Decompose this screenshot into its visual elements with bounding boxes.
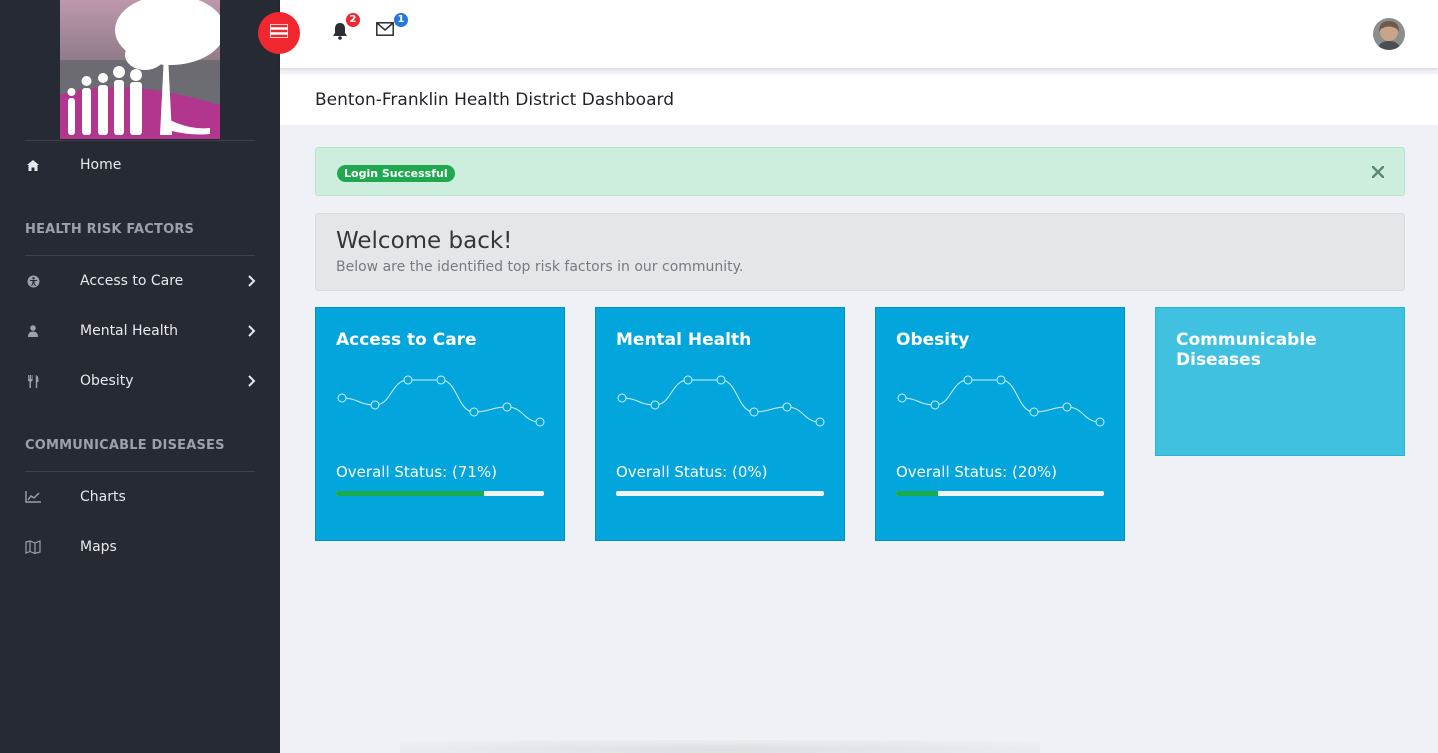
sparkline-point	[782, 402, 792, 412]
sparkline-point	[403, 375, 413, 385]
chevron-right-icon	[246, 324, 256, 338]
messages-button[interactable]: 1	[376, 13, 408, 42]
sparkline-line	[341, 379, 541, 423]
card-title: Communicable Diseases	[1176, 330, 1317, 370]
sidebar-divider	[25, 140, 255, 141]
sparkline-point	[502, 402, 512, 412]
sparkline-point	[436, 375, 446, 385]
close-icon	[1371, 162, 1385, 182]
card-status: Overall Status: (20%)	[896, 463, 1058, 481]
envelope-icon	[376, 22, 394, 40]
sidebar-item-charts[interactable]: Charts	[0, 479, 280, 515]
chevron-right-icon	[246, 374, 256, 388]
sparkline-point	[617, 393, 627, 403]
sparkline-point	[370, 400, 380, 410]
card-status: Overall Status: (71%)	[336, 463, 498, 481]
health-district-logo[interactable]	[60, 0, 220, 139]
sidebar-item-obesity[interactable]: Obesity	[0, 363, 280, 399]
top-bar: 2 1	[258, 0, 1438, 68]
cutlery-icon	[25, 373, 41, 389]
map-icon	[25, 539, 41, 555]
sidebar-item-home[interactable]: Home	[0, 147, 280, 183]
status-badge: Login Successful	[337, 165, 455, 182]
sparkline-point	[469, 407, 479, 417]
sparkline-point	[815, 417, 825, 427]
sparkline-line	[901, 379, 1101, 423]
sparkline-point	[996, 375, 1006, 385]
welcome-heading: Welcome back!	[336, 228, 513, 254]
sparkline-point	[749, 407, 759, 417]
sparkline-chart	[897, 375, 1105, 427]
sidebar-divider	[25, 471, 255, 472]
sparkline-point	[1029, 407, 1039, 417]
sidebar-item-label: Access to Care	[80, 273, 184, 289]
user-icon	[25, 323, 41, 339]
notifications-button[interactable]: 2	[332, 13, 360, 44]
card-obesity[interactable]: Obesity Overall Status: (20%)	[875, 307, 1125, 541]
sparkline-point	[1062, 402, 1072, 412]
notifications-badge: 2	[346, 13, 360, 27]
sparkline-point	[1095, 417, 1105, 427]
sparkline-line	[621, 379, 821, 423]
bell-icon	[332, 23, 348, 44]
page-title-bar: Benton-Franklin Health District Dashboar…	[280, 74, 1438, 125]
card-access-to-care[interactable]: Access to Care Overall Status: (71%)	[315, 307, 565, 541]
card-mental-health[interactable]: Mental Health Overall Status: (0%)	[595, 307, 845, 541]
sidebar-item-label: Home	[80, 157, 122, 173]
card-title: Access to Care	[336, 330, 477, 350]
card-title: Mental Health	[616, 330, 752, 350]
decorative-shadow	[400, 740, 1040, 753]
progress-bar	[616, 491, 824, 496]
sidebar-item-label: Maps	[80, 539, 117, 555]
sparkline-point	[683, 375, 693, 385]
line-chart-icon	[25, 489, 41, 505]
section-heading-communicable-diseases: COMMUNICABLE DISEASES	[25, 438, 225, 453]
progress-bar	[896, 491, 1104, 496]
menu-toggle-button[interactable]	[258, 12, 300, 54]
sparkline-chart	[337, 375, 545, 427]
sparkline-chart	[617, 375, 825, 427]
universal-access-icon	[25, 273, 41, 289]
sidebar-item-access-to-care[interactable]: Access to Care	[0, 263, 280, 299]
login-success-alert: Login Successful	[315, 147, 1405, 196]
menu-icon	[269, 22, 289, 43]
home-icon	[25, 157, 41, 173]
progress-bar	[336, 491, 544, 496]
sparkline-point	[716, 375, 726, 385]
card-communicable-diseases[interactable]: Communicable Diseases	[1155, 307, 1405, 456]
close-alert-button[interactable]	[1371, 162, 1385, 183]
sidebar-item-label: Charts	[80, 489, 126, 505]
sidebar-item-mental-health[interactable]: Mental Health	[0, 313, 280, 349]
sidebar-divider	[25, 255, 255, 256]
sparkline-point	[337, 393, 347, 403]
sidebar-item-label: Mental Health	[80, 323, 178, 339]
sparkline-point	[535, 417, 545, 427]
sidebar-item-label: Obesity	[80, 373, 134, 389]
progress-fill	[336, 491, 484, 496]
sparkline-point	[897, 393, 907, 403]
sparkline-point	[930, 400, 940, 410]
sparkline-point	[650, 400, 660, 410]
sparkline-point	[963, 375, 973, 385]
sidebar-item-maps[interactable]: Maps	[0, 529, 280, 565]
sidebar: Home HEALTH RISK FACTORS Access to Care …	[0, 0, 280, 753]
progress-fill	[896, 491, 938, 496]
card-status: Overall Status: (0%)	[616, 463, 768, 481]
welcome-panel: Welcome back! Below are the identified t…	[315, 213, 1405, 291]
chevron-right-icon	[246, 274, 256, 288]
card-title: Obesity	[896, 330, 970, 350]
welcome-subtitle: Below are the identified top risk factor…	[336, 259, 744, 275]
page-title: Benton-Franklin Health District Dashboar…	[315, 90, 674, 110]
user-avatar[interactable]	[1373, 18, 1405, 50]
messages-badge: 1	[394, 13, 408, 27]
section-heading-health-risk-factors: HEALTH RISK FACTORS	[25, 222, 195, 237]
